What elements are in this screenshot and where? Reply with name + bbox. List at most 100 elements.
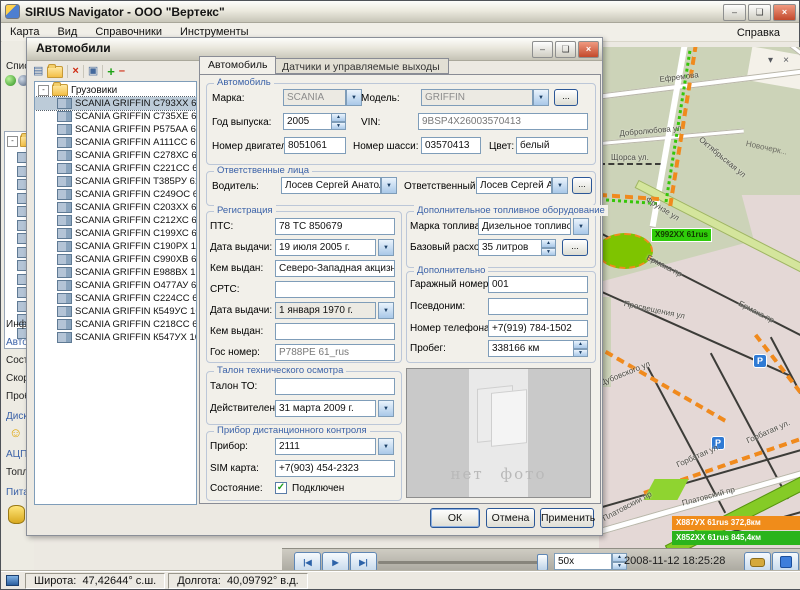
- dialog-minimize-button[interactable]: –: [532, 41, 553, 58]
- dialog-maximize-button[interactable]: ❏: [555, 41, 576, 58]
- expander-icon[interactable]: -: [7, 136, 18, 147]
- longitude-panel: Долгота: 40,09792° в.д.: [168, 573, 307, 589]
- dropdown-icon[interactable]: ▼: [378, 302, 394, 319]
- vin-input[interactable]: 9BSP4X26003570413: [418, 113, 588, 130]
- tree-item-vehicle[interactable]: SCANIA GRIFFIN С203ХХ 61rus: [35, 201, 196, 214]
- connected-checkbox[interactable]: ✓: [275, 482, 287, 494]
- dropdown-icon[interactable]: ▼: [573, 218, 589, 235]
- tree-item-label: SCANIA GRIFFIN О477АУ 61rus: [75, 280, 196, 291]
- dropdown-icon: ▼: [533, 89, 549, 106]
- maximize-button[interactable]: ❏: [748, 4, 771, 21]
- garage-input[interactable]: 001: [488, 276, 588, 293]
- main-window: SIRIUS Navigator - ООО "Вертекс" – ❏ × К…: [0, 0, 800, 590]
- expander-icon[interactable]: -: [38, 85, 49, 96]
- tree-item-vehicle[interactable]: SCANIA GRIFFIN С735ХЕ 61rus: [35, 110, 196, 123]
- responsible-combo[interactable]: Лосев Сергей Анатоль: [476, 177, 552, 194]
- minimize-button[interactable]: –: [723, 4, 746, 21]
- fuel-browse-button[interactable]: ...: [562, 239, 588, 256]
- valid-combo[interactable]: 31 марта 2009 г.: [275, 400, 376, 417]
- fuel-brand-combo[interactable]: Дизельное топливо: [478, 218, 571, 235]
- model-combo[interactable]: GRIFFIN: [421, 89, 533, 106]
- dialog-close-button[interactable]: ×: [578, 41, 599, 58]
- driver-combo[interactable]: Лосев Сергей Анатоль: [281, 177, 381, 194]
- minus-button[interactable]: –: [119, 66, 125, 77]
- tree-item-vehicle[interactable]: SCANIA GRIFFIN С990ХВ 61rus: [35, 253, 196, 266]
- car-icon: [750, 558, 765, 567]
- spin-up-icon[interactable]: ▲: [573, 340, 588, 349]
- tree-item-vehicle[interactable]: SCANIA GRIFFIN Т385РУ 61rus: [35, 175, 196, 188]
- map-collapse-icon[interactable]: ▾: [768, 55, 773, 66]
- slider-thumb[interactable]: [537, 554, 548, 571]
- play-button[interactable]: ▶: [322, 552, 349, 572]
- dropdown-icon[interactable]: ▼: [552, 177, 568, 194]
- tree-item-vehicle[interactable]: SCANIA GRIFFIN К547УХ 161rus: [35, 331, 196, 344]
- timeline-slider[interactable]: [378, 561, 546, 564]
- mileage-input[interactable]: 338166 км: [488, 340, 574, 357]
- tree-item-vehicle[interactable]: SCANIA GRIFFIN С221СС 61rus: [35, 162, 196, 175]
- tree-item-vehicle[interactable]: SCANIA GRIFFIN С793ХХ 61rus: [35, 97, 196, 110]
- apply-button[interactable]: Применить: [540, 508, 594, 528]
- plate-input[interactable]: Р788РЕ 61_rus: [275, 344, 395, 361]
- tree-item-vehicle[interactable]: SCANIA GRIFFIN К549УС 161rus: [35, 305, 196, 318]
- ticket-input[interactable]: [275, 378, 395, 395]
- date1-combo[interactable]: 19 июля 2005 г.: [275, 239, 376, 256]
- tree-item-vehicle[interactable]: SCANIA GRIFFIN А111СС 61rus: [35, 136, 196, 149]
- ok-button[interactable]: ОК: [430, 508, 480, 528]
- engine-input[interactable]: 8051061: [284, 137, 346, 154]
- tree-item-vehicle[interactable]: SCANIA GRIFFIN С224СС 61rus: [35, 292, 196, 305]
- dropdown-icon[interactable]: ▼: [378, 239, 394, 256]
- menu-item-help[interactable]: Справка: [728, 25, 789, 41]
- delete-button[interactable]: ×: [72, 66, 78, 77]
- device-combo[interactable]: 2111: [275, 438, 376, 455]
- model-browse-button[interactable]: ...: [554, 89, 578, 106]
- tree-item-vehicle[interactable]: SCANIA GRIFFIN С278ХС 61rus: [35, 149, 196, 162]
- save-button[interactable]: ▣: [88, 66, 98, 77]
- plus-button[interactable]: +: [107, 65, 115, 78]
- add-vehicle-button[interactable]: ▤: [33, 66, 43, 77]
- map-panel[interactable]: Х992ХХ 61rus P P ЕфремоваДобролюбова улЩ…: [599, 47, 800, 548]
- tree-item-vehicle[interactable]: SCANIA GRIFFIN С190РХ 161rus: [35, 240, 196, 253]
- tab-sensors[interactable]: Датчики и управляемые выходы: [273, 58, 449, 74]
- close-button[interactable]: ×: [773, 4, 796, 21]
- tree-item-vehicle[interactable]: SCANIA GRIFFIN Р575АА 61rus: [35, 123, 196, 136]
- color-input[interactable]: белый: [516, 137, 588, 154]
- tab-vehicle[interactable]: Автомобиль: [199, 56, 276, 74]
- tree-item-vehicle[interactable]: SCANIA GRIFFIN Е988ВХ 161rus: [35, 266, 196, 279]
- skip-end-button[interactable]: ▶|: [350, 552, 377, 572]
- spin-down-icon[interactable]: ▼: [573, 349, 588, 358]
- spin-down-icon[interactable]: ▼: [331, 122, 346, 131]
- tree-item-vehicle[interactable]: SCANIA GRIFFIN О477АУ 61rus: [35, 279, 196, 292]
- issuer2-input[interactable]: [275, 323, 395, 340]
- dropdown-icon[interactable]: ▼: [378, 438, 394, 455]
- tree-item-vehicle[interactable]: SCANIA GRIFFIN С212ХС 61rus: [35, 214, 196, 227]
- tree-root-group[interactable]: - Грузовики: [35, 82, 196, 97]
- tree-item-vehicle[interactable]: SCANIA GRIFFIN С218СС 61rus: [35, 318, 196, 331]
- alias-input[interactable]: [488, 298, 588, 315]
- persons-browse-button[interactable]: ...: [572, 177, 592, 194]
- issuer1-label: Кем выдан:: [210, 263, 263, 274]
- chassis-input[interactable]: 03570413: [421, 137, 481, 154]
- map-view-button[interactable]: [772, 552, 799, 572]
- tree-item-vehicle[interactable]: SCANIA GRIFFIN С199ХС 61rus: [35, 227, 196, 240]
- cancel-button[interactable]: Отмена: [486, 508, 535, 528]
- no-photo-folder-icon: [491, 389, 527, 447]
- date2-combo[interactable]: 1 января 1970 г.: [275, 302, 376, 319]
- add-group-button[interactable]: [47, 66, 63, 78]
- dropdown-icon[interactable]: ▼: [378, 400, 394, 417]
- phone-input[interactable]: +7(919) 784-1502: [488, 320, 588, 337]
- spin-up-icon[interactable]: ▲: [541, 239, 556, 248]
- pts-input[interactable]: 78 ТС 850679: [275, 218, 395, 235]
- skip-start-button[interactable]: |◀: [294, 552, 321, 572]
- map-close-icon[interactable]: ×: [783, 55, 789, 66]
- spin-up-icon[interactable]: ▲: [331, 113, 346, 122]
- issuer1-input[interactable]: Северо-Западная акцизная т: [275, 260, 395, 277]
- srts-input[interactable]: [275, 281, 395, 298]
- dropdown-icon[interactable]: ▼: [381, 177, 397, 194]
- speed-input[interactable]: 50x: [554, 553, 612, 570]
- vehicle-view-button[interactable]: [744, 552, 771, 572]
- tree-item-vehicle[interactable]: SCANIA GRIFFIN С249ОС 61rus: [35, 188, 196, 201]
- sim-input[interactable]: +7(903) 454-2323: [275, 460, 395, 477]
- brand-combo[interactable]: SCANIA: [283, 89, 346, 106]
- spin-down-icon[interactable]: ▼: [541, 248, 556, 257]
- vehicle-map-label[interactable]: Х992ХХ 61rus: [651, 228, 712, 242]
